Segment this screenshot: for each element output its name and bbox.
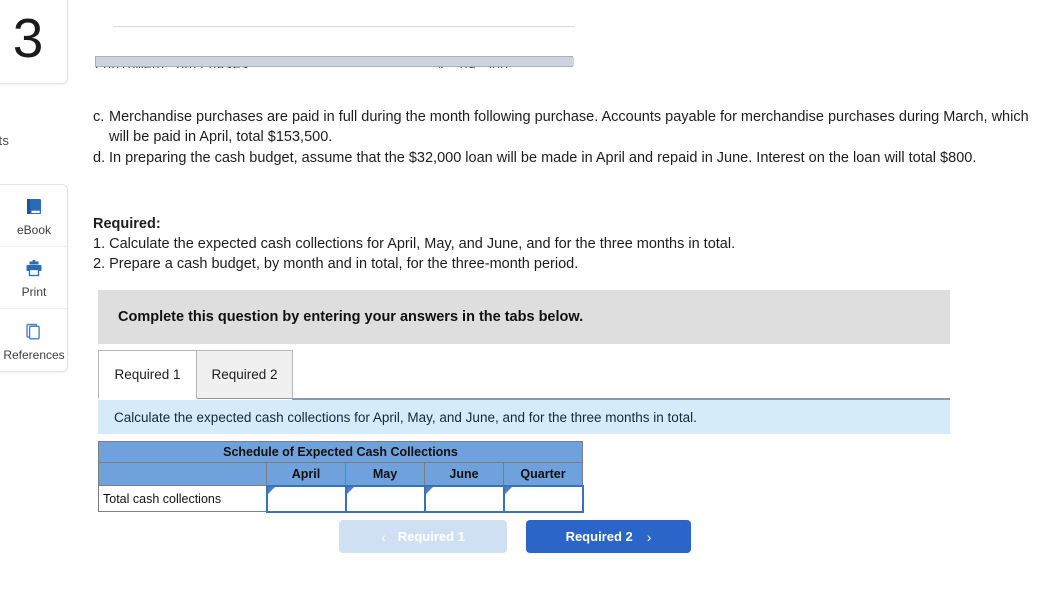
- schedule-table: Schedule of Expected Cash Collections Ap…: [98, 441, 584, 513]
- table-row: Total cash collections: [98, 484, 584, 513]
- question-number: 3: [12, 6, 44, 69]
- input-cell-april[interactable]: [265, 484, 347, 513]
- list-text: Merchandise purchases are paid in full d…: [109, 109, 1029, 145]
- printer-icon: [23, 256, 45, 282]
- tab-label: Required 2: [211, 367, 278, 382]
- header-cell-june: June: [424, 462, 504, 486]
- row-label-total-cash-collections: Total cash collections: [98, 485, 267, 512]
- header-cell-blank: [98, 462, 267, 486]
- list-marker: c.: [93, 109, 105, 125]
- cell-marker-icon: [425, 486, 433, 494]
- input-cell-june[interactable]: [423, 484, 505, 513]
- info-bar-text: Calculate the expected cash collections …: [114, 409, 697, 425]
- required-heading: Required:: [93, 216, 161, 232]
- list-item: d. In preparing the cash budget, assume …: [93, 148, 1033, 168]
- cell-marker-icon: [504, 486, 512, 494]
- sidebar-tool-stack: eBook Print References: [0, 184, 68, 372]
- list-marker: d.: [93, 150, 106, 166]
- chevron-left-icon: ‹: [381, 528, 386, 545]
- header-cell-quarter: Quarter: [503, 462, 583, 486]
- sidebar-item-label: Print: [21, 285, 47, 299]
- cell-marker-icon: [267, 486, 275, 494]
- next-required-button[interactable]: Required 2 ›: [526, 520, 691, 553]
- scrollbar-thumb[interactable]: [96, 57, 574, 66]
- table-header-row: April May June Quarter: [98, 462, 583, 486]
- list-item: c. Merchandise purchases are paid in ful…: [93, 107, 1033, 147]
- next-button-label: Required 2: [565, 529, 633, 544]
- sidebar-item-ebook[interactable]: eBook: [0, 185, 67, 247]
- sidebar-item-print[interactable]: Print: [0, 247, 67, 309]
- input-cell-quarter[interactable]: [502, 484, 584, 513]
- facts-list: c. Merchandise purchases are paid in ful…: [93, 107, 1033, 169]
- page-root: 3 ints eBook: [0, 0, 1041, 594]
- book-icon: [23, 194, 45, 220]
- sidebar-item-label: References: [3, 347, 65, 362]
- info-bar: Calculate the expected cash collections …: [98, 400, 950, 434]
- sidebar-item-references[interactable]: References: [0, 309, 67, 371]
- left-sidebar: 3 ints eBook: [0, 0, 68, 594]
- required-item: 2. Prepare a cash budget, by month and i…: [93, 256, 579, 272]
- required-item: 1. Calculate the expected cash collectio…: [93, 236, 736, 252]
- prev-required-button[interactable]: ‹ Required 1: [339, 520, 507, 553]
- table-title-row: Schedule of Expected Cash Collections: [98, 441, 583, 463]
- sidebar-item-label: eBook: [16, 223, 52, 237]
- instruction-bar: Complete this question by entering your …: [98, 290, 950, 344]
- chevron-right-icon: ›: [646, 528, 652, 545]
- header-cell-april: April: [266, 462, 346, 486]
- tab-required-1[interactable]: Required 1: [98, 350, 197, 399]
- horizontal-scrollbar[interactable]: [95, 56, 574, 67]
- prev-button-label: Required 1: [397, 529, 465, 544]
- tab-strip: Required 1 Required 2: [98, 350, 950, 400]
- input-cell-may[interactable]: [344, 484, 426, 513]
- list-text: In preparing the cash budget, assume tha…: [109, 150, 977, 166]
- schedule-title: Schedule of Expected Cash Collections: [98, 441, 583, 463]
- cell-marker-icon: [346, 486, 354, 494]
- tab-required-2[interactable]: Required 2: [196, 350, 293, 399]
- hints-label[interactable]: ints: [0, 133, 9, 148]
- instruction-text: Complete this question by entering your …: [118, 309, 584, 325]
- header-cell-may: May: [345, 462, 425, 486]
- tab-label: Required 1: [114, 367, 181, 382]
- required-section: Required: 1. Calculate the expected cash…: [93, 214, 993, 274]
- question-number-card: 3: [0, 0, 68, 84]
- references-icon: [23, 319, 45, 345]
- row-divider: [113, 26, 575, 27]
